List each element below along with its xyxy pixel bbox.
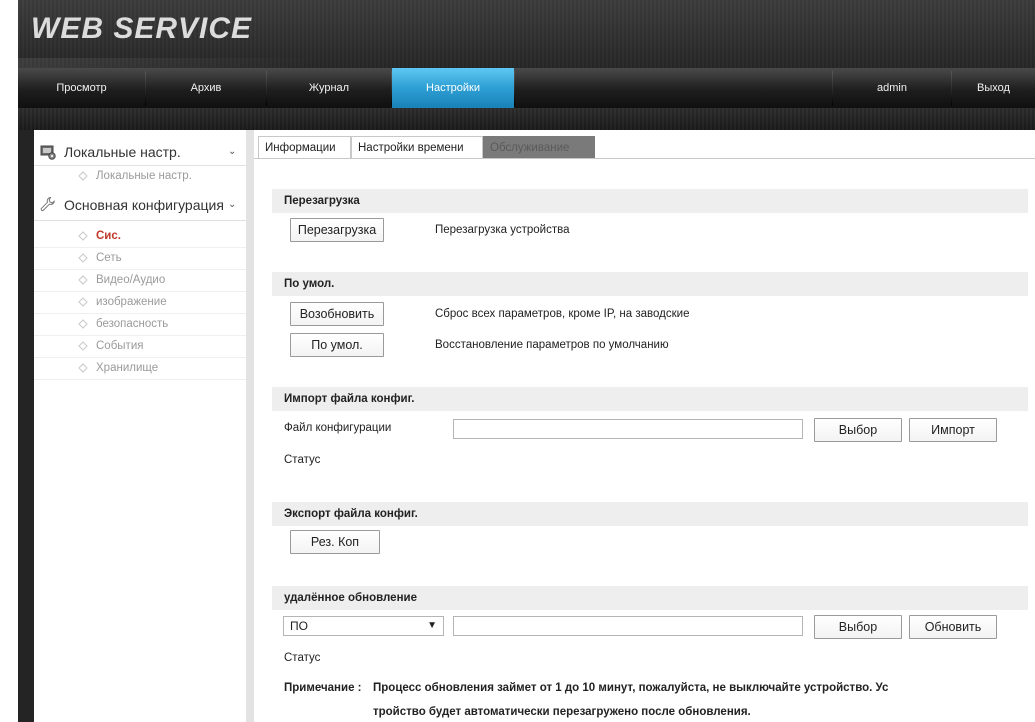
tab-info[interactable]: Информации	[258, 136, 351, 158]
upgrade-type-select[interactable]: ПО ▼	[283, 616, 444, 636]
sidebar-item-image[interactable]: изображение	[34, 292, 246, 314]
nav-item-settings[interactable]: Настройки	[392, 68, 514, 108]
diamond-bullet-icon	[78, 297, 88, 307]
sidebar-item-label: Локальные настр.	[96, 170, 192, 182]
sidebar-item-events[interactable]: События	[34, 336, 246, 358]
backup-button[interactable]: Рез. Коп	[290, 530, 380, 554]
chevron-down-icon: ⌄	[228, 146, 237, 157]
sidebar-item-system[interactable]: Сис.	[34, 226, 246, 248]
sidebar-section-label: Локальные настр.	[64, 144, 181, 160]
dropdown-arrow-icon: ▼	[427, 620, 437, 631]
diamond-bullet-icon	[78, 363, 88, 373]
note-text-line2: тройство будет автоматически перезагруже…	[373, 706, 751, 718]
upgrade-file-input[interactable]	[453, 616, 803, 636]
sidebar-item-storage[interactable]: Хранилище	[34, 358, 246, 380]
diamond-bullet-icon	[78, 319, 88, 329]
sidebar-item-network[interactable]: Сеть	[34, 248, 246, 270]
sidebar-item-label: безопасность	[96, 318, 169, 330]
default-button[interactable]: По умол.	[290, 333, 384, 357]
sidebar-item-label: Хранилище	[96, 362, 159, 374]
top-nav: Просмотр Архив Журнал Настройки admin Вы…	[18, 68, 1035, 108]
note-label: Примечание :	[284, 682, 362, 694]
nav-separator	[514, 71, 515, 106]
sidebar: Локальные настр. ⌄ Локальные настр. Осно…	[34, 130, 246, 722]
sidebar-divider	[246, 130, 254, 722]
sidebar-item-label: Видео/Аудио	[96, 274, 166, 286]
sidebar-item-label: Сис.	[96, 230, 121, 242]
sidebar-section-label: Основная конфигурация	[64, 197, 224, 213]
section-title-defaults: По умол.	[272, 272, 1028, 296]
wrench-icon	[40, 196, 55, 211]
restore-button[interactable]: Возобновить	[290, 302, 384, 326]
diamond-bullet-icon	[78, 253, 88, 263]
section-title-upgrade: удалённое обновление	[272, 586, 1028, 610]
restore-description: Сброс всех параметров, кроме IP, на заво…	[435, 308, 690, 320]
nav-underbar	[18, 108, 1035, 130]
diamond-bullet-icon	[78, 171, 88, 181]
config-file-input[interactable]	[453, 419, 803, 439]
reboot-button[interactable]: Перезагрузка	[290, 218, 384, 242]
left-frame	[18, 130, 34, 722]
tab-time-settings[interactable]: Настройки времени	[351, 136, 483, 158]
nav-item-preview[interactable]: Просмотр	[18, 68, 145, 108]
sidebar-item-label: изображение	[96, 296, 167, 308]
nav-item-archive[interactable]: Архив	[146, 68, 266, 108]
upgrade-status-label: Статус	[284, 652, 321, 664]
diamond-bullet-icon	[78, 275, 88, 285]
logo-glow	[18, 58, 318, 68]
settings-screen-icon	[40, 145, 56, 160]
sidebar-section-basic-config[interactable]: Основная конфигурация ⌄	[34, 190, 246, 221]
header-banner: WEB SERVICE	[18, 0, 1035, 68]
main-panel: Информации Настройки времени Обслуживани…	[254, 130, 1035, 722]
diamond-bullet-icon	[78, 231, 88, 241]
select-value: ПО	[290, 619, 308, 633]
note-text-line1: Процесс обновления займет от 1 до 10 мин…	[373, 682, 889, 694]
sidebar-section-local-settings[interactable]: Локальные настр. ⌄	[34, 139, 246, 166]
tab-underline	[254, 158, 1035, 159]
sidebar-item-security[interactable]: безопасность	[34, 314, 246, 336]
current-user: admin	[877, 82, 907, 94]
section-title-export: Экспорт файла конфиг.	[272, 502, 1028, 526]
tab-maintenance[interactable]: Обслуживание	[483, 136, 595, 158]
diamond-bullet-icon	[78, 341, 88, 351]
chevron-down-icon: ⌄	[228, 199, 237, 210]
sidebar-item-video-audio[interactable]: Видео/Аудио	[34, 270, 246, 292]
import-status-label: Статус	[284, 454, 321, 466]
reboot-description: Перезагрузка устройства	[435, 224, 570, 236]
import-button[interactable]: Импорт	[909, 418, 997, 442]
sidebar-item-label: События	[96, 340, 144, 352]
default-description: Восстановление параметров по умолчанию	[435, 339, 669, 351]
upgrade-browse-button[interactable]: Выбор	[814, 615, 902, 639]
update-button[interactable]: Обновить	[909, 615, 997, 639]
logout-button[interactable]: Выход	[952, 68, 1035, 108]
section-title-reboot: Перезагрузка	[272, 189, 1028, 213]
nav-item-journal[interactable]: Журнал	[267, 68, 391, 108]
config-file-label: Файл конфигурации	[284, 422, 392, 434]
section-title-import: Импорт файла конфиг.	[272, 387, 1028, 411]
logo: WEB SERVICE	[31, 12, 253, 45]
sidebar-item-label: Сеть	[96, 252, 122, 264]
sidebar-item-local-settings[interactable]: Локальные настр.	[34, 166, 246, 187]
import-browse-button[interactable]: Выбор	[814, 418, 902, 442]
